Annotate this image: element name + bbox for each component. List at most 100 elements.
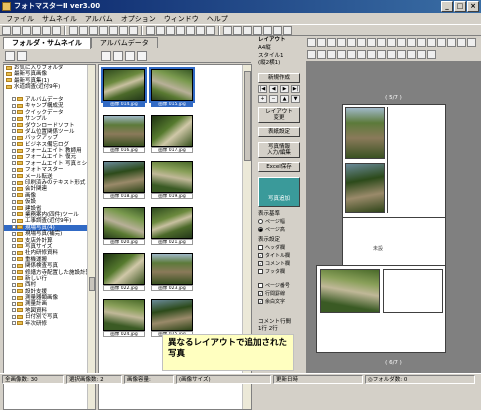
page6-photo-1[interactable]	[320, 269, 380, 313]
expand-icon[interactable]	[12, 250, 16, 255]
menu-album[interactable]: アルバム	[81, 13, 117, 24]
move-up-icon[interactable]: ▲	[280, 95, 289, 103]
expand-icon[interactable]	[12, 199, 16, 204]
thumbnail-item[interactable]: 画像 018.jpg	[103, 161, 145, 199]
thumbnail-item[interactable]: 画像 015.jpg	[149, 67, 195, 107]
checkbox-box[interactable]	[258, 245, 263, 250]
thumbnail-image[interactable]	[103, 115, 145, 147]
thumbnail-item[interactable]: 画像 019.jpg	[151, 161, 193, 199]
thumb-scroll-thumb[interactable]	[244, 71, 251, 161]
preview-tool-2[interactable]	[327, 38, 336, 47]
preview-tool-1[interactable]	[317, 38, 326, 47]
folder-up-icon[interactable]	[5, 50, 15, 61]
toolbar-button-7[interactable]	[69, 25, 78, 35]
toolbar-button-24[interactable]	[233, 25, 242, 35]
toolbar-button-1[interactable]	[12, 25, 21, 35]
thumbnail-image[interactable]	[151, 253, 193, 285]
menu-file[interactable]: ファイル	[2, 13, 38, 24]
expand-icon[interactable]	[12, 110, 16, 115]
expand-icon[interactable]	[12, 231, 16, 236]
checkbox-checks-2[interactable]: ✓ コメント欄	[258, 260, 290, 267]
preview-tool-23[interactable]	[367, 49, 376, 59]
thumbnail-image[interactable]	[151, 161, 193, 193]
close-button[interactable]: ×	[467, 1, 479, 12]
view-list-icon[interactable]	[113, 50, 123, 61]
toolbar-button-8[interactable]	[79, 25, 88, 35]
checkbox-box[interactable]: ✓	[258, 291, 263, 296]
preview-tool-7[interactable]	[377, 38, 386, 47]
thumbnail-image[interactable]	[151, 115, 193, 147]
preview-tool-29[interactable]	[427, 49, 436, 59]
expand-icon[interactable]	[12, 270, 16, 274]
menu-window[interactable]: ウィンドウ	[160, 13, 203, 24]
page5-photo-1[interactable]	[345, 107, 385, 159]
toolbar-button-29[interactable]	[283, 25, 292, 35]
tab-album-data[interactable]: アルバムデータ	[90, 37, 158, 48]
preview-tool-16[interactable]	[467, 38, 476, 47]
radio-page-width[interactable]: ページ幅	[258, 218, 285, 225]
preview-tool-27[interactable]	[407, 49, 416, 59]
tree-scroll-thumb[interactable]	[89, 277, 95, 291]
preview-tool-17[interactable]	[307, 49, 316, 59]
preview-tool-10[interactable]	[407, 38, 416, 47]
thumbnail-item[interactable]: 画像 022.jpg	[103, 253, 145, 291]
toolbar-button-17[interactable]	[166, 25, 175, 35]
expand-icon[interactable]	[12, 116, 16, 121]
toolbar-button-20[interactable]	[196, 25, 205, 35]
comment-spacing-options[interactable]: 1行 2行	[258, 326, 278, 333]
expand-icon[interactable]	[12, 301, 16, 306]
toolbar-button-4[interactable]	[42, 25, 51, 35]
preview-tool-21[interactable]	[347, 49, 356, 59]
delete-page-icon[interactable]: −	[269, 95, 278, 103]
expand-icon[interactable]	[12, 135, 16, 140]
expand-icon[interactable]	[12, 263, 16, 268]
refresh-icon[interactable]	[125, 50, 135, 61]
toolbar-button-2[interactable]	[22, 25, 31, 35]
checkbox-checks-0[interactable]: ヘッダ欄	[258, 244, 285, 251]
toolbar-button-13[interactable]	[129, 25, 138, 35]
view-thumb-icon[interactable]	[101, 50, 111, 61]
preview-tool-4[interactable]	[347, 38, 356, 47]
toolbar-button-14[interactable]	[141, 25, 143, 35]
expand-icon[interactable]	[12, 257, 16, 262]
insert-page-icon[interactable]: +	[258, 95, 267, 103]
toolbar-button-28[interactable]	[273, 25, 282, 35]
expand-icon[interactable]	[12, 218, 16, 223]
expand-icon[interactable]	[12, 314, 16, 319]
expand-icon[interactable]	[12, 154, 16, 159]
toolbar-button-12[interactable]	[119, 25, 128, 35]
expand-icon[interactable]	[12, 123, 16, 128]
checkbox-checks-1[interactable]: ✓ タイトル欄	[258, 252, 290, 259]
preview-tool-9[interactable]	[397, 38, 406, 47]
expand-icon[interactable]	[12, 206, 16, 211]
tree-folder-item[interactable]: 年次研修	[4, 321, 95, 327]
thumbnail-image[interactable]	[103, 299, 145, 331]
toolbar-button-11[interactable]	[109, 25, 118, 35]
last-page-icon[interactable]: ▶|	[291, 85, 300, 93]
expand-icon[interactable]	[12, 174, 16, 179]
page5-photo-2[interactable]	[345, 163, 385, 213]
expand-icon[interactable]	[12, 289, 16, 294]
tab-folder-thumbnail[interactable]: フォルダ・サムネイル	[3, 37, 91, 49]
preview-page-6[interactable]	[316, 265, 446, 353]
toolbar-button-18[interactable]	[176, 25, 185, 35]
checkbox-checks2-1[interactable]: ✓ 行間罫線	[258, 290, 285, 297]
expand-icon[interactable]	[12, 148, 16, 153]
toolbar-button-22[interactable]	[218, 25, 220, 35]
expand-icon[interactable]	[12, 161, 16, 166]
expand-icon[interactable]	[12, 282, 16, 287]
toolbar-button-27[interactable]	[263, 25, 272, 35]
toolbar-button-26[interactable]	[253, 25, 262, 35]
preview-tool-12[interactable]	[427, 38, 436, 47]
thumbnail-image[interactable]	[103, 161, 145, 193]
preview-tool-26[interactable]	[397, 49, 406, 59]
thumbnail-image[interactable]	[101, 67, 147, 103]
checkbox-box[interactable]	[258, 283, 263, 288]
toolbar-button-23[interactable]	[223, 25, 232, 35]
add-photo-button[interactable]: 写真追加	[258, 177, 300, 207]
thumbnail-image[interactable]	[149, 67, 195, 103]
thumbnail-item[interactable]: 画像 024.jpg	[103, 299, 145, 337]
layout-change-button[interactable]: レイアウト 変更	[258, 107, 300, 123]
expand-icon[interactable]	[12, 244, 16, 249]
toolbar-button-9[interactable]	[89, 25, 98, 35]
